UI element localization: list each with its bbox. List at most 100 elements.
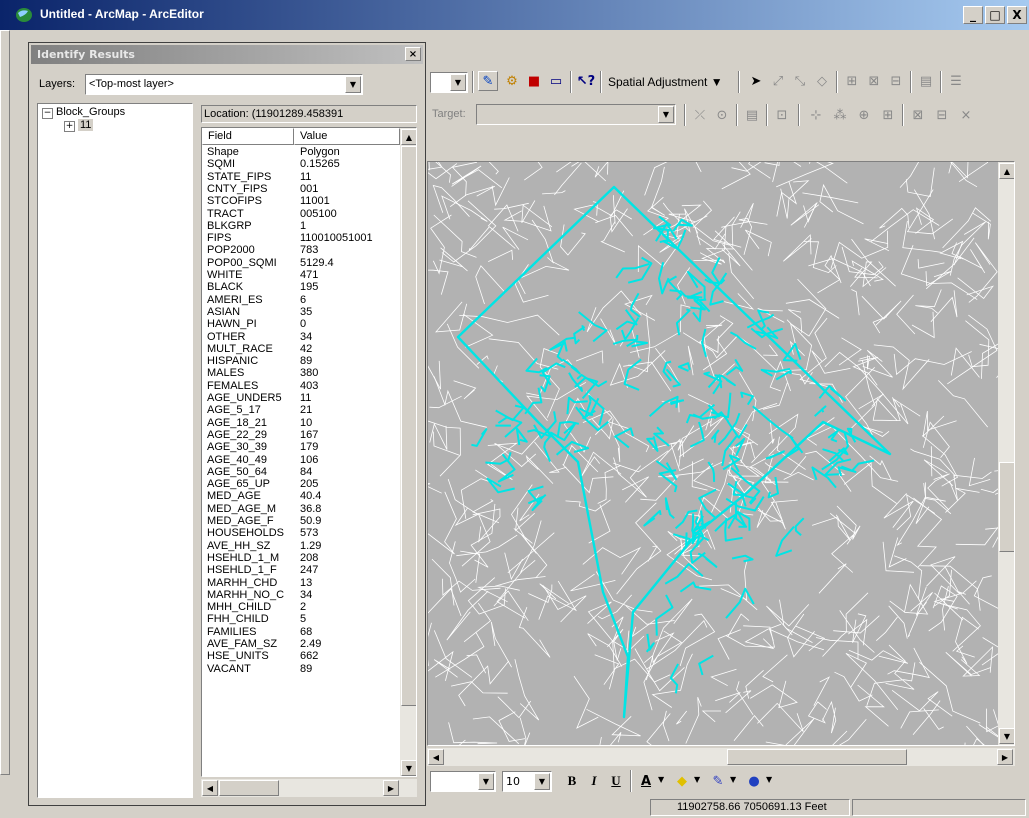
underline-button[interactable]: U	[606, 771, 626, 791]
command-line-icon[interactable]: ▭	[546, 71, 566, 91]
view-link-table-icon[interactable]: ⊟	[886, 71, 906, 91]
editor-toolbar-icon[interactable]: ✎	[478, 71, 498, 91]
map-horizontal-scrollbar[interactable]: ◀ ▶	[427, 748, 1015, 766]
italic-button[interactable]: I	[584, 771, 604, 791]
table-row[interactable]: STATE_FIPS 11	[202, 171, 400, 183]
map-topology-icon[interactable]: ⁂	[830, 105, 850, 125]
table-row[interactable]: AGE_5_17 21	[202, 404, 400, 416]
sketch-properties-icon[interactable]: ⊡	[772, 105, 792, 125]
font-dropdown[interactable]: ▼	[430, 771, 496, 792]
table-row[interactable]: MALES 380	[202, 367, 400, 379]
table-row[interactable]: MARHH_CHD 13	[202, 577, 400, 589]
scroll-thumb[interactable]	[999, 462, 1014, 552]
scroll-thumb[interactable]	[727, 749, 907, 765]
table-row[interactable]: AGE_30_39 179	[202, 441, 400, 453]
table-row[interactable]: AVE_FAM_SZ 2.49	[202, 638, 400, 650]
show-shared-features-icon[interactable]: ⊕	[854, 105, 874, 125]
whats-this-help-icon[interactable]: ↖?	[576, 71, 596, 91]
new-displacement-link-icon[interactable]: ⤢	[768, 71, 788, 91]
chevron-down-icon[interactable]: ▼	[478, 773, 494, 790]
modify-link-icon[interactable]: ⤡	[790, 71, 810, 91]
clear-area-icon[interactable]: ⊠	[864, 71, 884, 91]
spatial-adjustment-menu[interactable]: Spatial Adjustment ▼	[608, 75, 723, 89]
font-color-button[interactable]: A	[636, 771, 656, 791]
table-row[interactable]: POP2000 783	[202, 244, 400, 256]
layers-dropdown[interactable]: <Top-most layer> ▼	[85, 74, 363, 95]
table-row[interactable]: AGE_50_64 84	[202, 466, 400, 478]
table-row[interactable]: HAWN_PI 0	[202, 318, 400, 330]
error-icon[interactable]: ×	[956, 105, 976, 125]
table-row[interactable]: HSEHLD_1_F 247	[202, 564, 400, 576]
attributes-icon[interactable]: ▤	[742, 105, 762, 125]
chevron-down-icon[interactable]: ▼	[658, 106, 674, 123]
scale-dropdown[interactable]: ▼	[430, 72, 468, 93]
error-inspector-icon[interactable]: ⊟	[932, 105, 952, 125]
table-row[interactable]: HISPANIC 89	[202, 355, 400, 367]
chevron-down-icon[interactable]: ▼	[694, 775, 700, 784]
table-vertical-scrollbar[interactable]: ▲ ▼	[400, 128, 416, 776]
table-horizontal-scrollbar[interactable]: ◀ ▶	[201, 779, 417, 797]
table-row[interactable]: Shape Polygon	[202, 146, 400, 158]
table-row[interactable]: MED_AGE_F 50.9	[202, 515, 400, 527]
expand-icon[interactable]: +	[64, 121, 75, 132]
rotate-icon[interactable]: ⊙	[712, 105, 732, 125]
table-row[interactable]: CNTY_FIPS 001	[202, 183, 400, 195]
table-row[interactable]: FHH_CHILD 5	[202, 613, 400, 625]
scroll-thumb[interactable]	[401, 146, 416, 706]
table-row[interactable]: AMERI_ES 6	[202, 294, 400, 306]
table-row[interactable]: FIPS 110010051001	[202, 232, 400, 244]
field-column-header[interactable]: Field	[202, 128, 294, 145]
fill-color-icon[interactable]: ◆	[672, 771, 692, 791]
map-vertical-scrollbar[interactable]: ▲ ▼	[998, 162, 1014, 745]
multi-displacement-icon[interactable]: ◇	[812, 71, 832, 91]
table-row[interactable]: HSE_UNITS 662	[202, 650, 400, 662]
area-link-icon[interactable]: ⊞	[842, 71, 862, 91]
table-row[interactable]: MED_AGE 40.4	[202, 490, 400, 502]
tree-feature-node[interactable]: 11	[78, 119, 94, 131]
collapse-icon[interactable]: −	[42, 108, 53, 119]
chevron-down-icon[interactable]: ▼	[658, 775, 664, 784]
bold-button[interactable]: B	[562, 771, 582, 791]
table-row[interactable]: SQMI 0.15265	[202, 158, 400, 170]
tree-layer-node[interactable]: Block_Groups	[56, 106, 125, 118]
table-row[interactable]: STCOFIPS 11001	[202, 195, 400, 207]
table-row[interactable]: BLACK 195	[202, 281, 400, 293]
scroll-right-icon[interactable]: ▶	[383, 780, 399, 796]
table-row[interactable]: AVE_HH_SZ 1.29	[202, 540, 400, 552]
chevron-down-icon[interactable]: ▼	[450, 74, 466, 91]
edit-tool-icon[interactable]: ⤫	[690, 105, 710, 125]
scroll-right-icon[interactable]: ▶	[997, 749, 1013, 765]
fix-topology-error-icon[interactable]: ⊠	[908, 105, 928, 125]
identify-results-window[interactable]: Identify Results × Layers: <Top-most lay…	[28, 42, 426, 806]
table-row[interactable]: TRACT 005100	[202, 208, 400, 220]
select-pointer-icon[interactable]: ➤	[746, 71, 766, 91]
table-row[interactable]: VACANT 89	[202, 663, 400, 675]
close-button[interactable]: X	[1007, 6, 1027, 24]
scroll-up-icon[interactable]: ▲	[999, 163, 1014, 179]
validate-topology-icon[interactable]: ⊞	[878, 105, 898, 125]
table-row[interactable]: FEMALES 403	[202, 380, 400, 392]
table-row[interactable]: ASIAN 35	[202, 306, 400, 318]
table-row[interactable]: MARHH_NO_C 34	[202, 589, 400, 601]
align-icon[interactable]: ☰	[946, 71, 966, 91]
line-color-icon[interactable]: ✎	[708, 771, 728, 791]
table-row[interactable]: AGE_65_UP 205	[202, 478, 400, 490]
table-row[interactable]: AGE_22_29 167	[202, 429, 400, 441]
table-row[interactable]: AGE_40_49 106	[202, 454, 400, 466]
scroll-up-icon[interactable]: ▲	[401, 129, 416, 145]
arctoolbox-icon[interactable]: ⚙	[502, 71, 522, 91]
table-row[interactable]: FAMILIES 68	[202, 626, 400, 638]
scroll-left-icon[interactable]: ◀	[428, 749, 444, 765]
table-row[interactable]: POP00_SQMI 5129.4	[202, 257, 400, 269]
toolbox-icon[interactable]: ■	[524, 71, 544, 91]
font-size-dropdown[interactable]: 10 ▼	[502, 771, 552, 792]
table-row[interactable]: BLKGRP 1	[202, 220, 400, 232]
table-row[interactable]: OTHER 34	[202, 331, 400, 343]
chevron-down-icon[interactable]: ▼	[766, 775, 772, 784]
identify-title-bar[interactable]: Identify Results ×	[31, 45, 423, 64]
scroll-left-icon[interactable]: ◀	[202, 780, 218, 796]
scroll-down-icon[interactable]: ▼	[999, 728, 1014, 744]
table-row[interactable]: MHH_CHILD 2	[202, 601, 400, 613]
maximize-button[interactable]: □	[985, 6, 1005, 24]
results-tree[interactable]: − Block_Groups + 11	[37, 103, 193, 798]
